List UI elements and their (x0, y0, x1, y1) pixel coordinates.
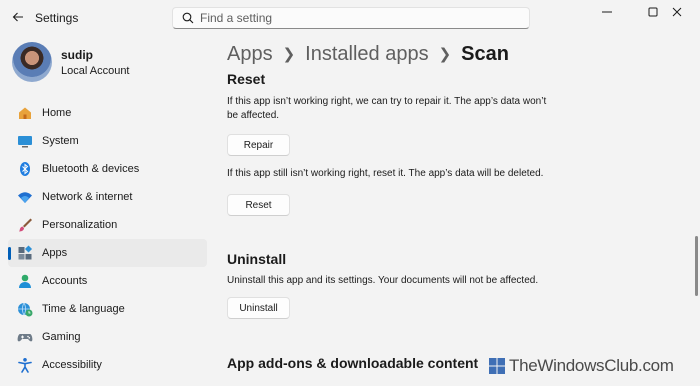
wifi-icon (17, 189, 33, 205)
gamepad-icon (17, 329, 33, 345)
accessibility-icon (17, 357, 33, 373)
user-profile[interactable]: sudip Local Account (12, 40, 130, 84)
reset-button[interactable]: Reset (227, 194, 290, 216)
sidebar-item-label: Apps (42, 247, 68, 259)
watermark: TheWindowsClub.com (488, 355, 674, 377)
uninstall-section-title: Uninstall (227, 251, 287, 267)
app-title: Settings (35, 11, 79, 25)
sidebar-item-personalization[interactable]: Personalization (8, 211, 207, 239)
close-icon (672, 7, 682, 17)
sidebar-item-label: Network & internet (42, 191, 133, 203)
uninstall-button[interactable]: Uninstall (227, 297, 290, 319)
minimize-button[interactable] (584, 0, 630, 24)
chevron-right-icon: ❯ (282, 46, 296, 63)
sidebar-item-label: Home (42, 107, 72, 119)
sidebar-item-home[interactable]: Home (8, 99, 207, 127)
user-name: sudip (61, 47, 93, 62)
sidebar-item-label: Time & language (42, 303, 125, 315)
sidebar-item-label: Bluetooth & devices (42, 163, 140, 175)
sidebar-nav: Home System Bluetooth & devices Network … (8, 99, 207, 379)
reset-description: If this app still isn’t working right, r… (227, 168, 544, 179)
sidebar-item-apps[interactable]: Apps (8, 239, 207, 267)
brush-icon (17, 217, 33, 233)
apps-icon (17, 245, 33, 261)
repair-button[interactable]: Repair (227, 134, 290, 156)
close-button[interactable] (654, 0, 700, 24)
account-type: Local Account (61, 64, 130, 77)
sidebar-item-bluetooth[interactable]: Bluetooth & devices (8, 155, 207, 183)
arrow-left-icon (12, 12, 23, 22)
title-bar: Settings (0, 0, 700, 34)
repair-description: If this app isn’t working right, we can … (227, 96, 547, 121)
sidebar-item-label: Accessibility (42, 359, 102, 371)
uninstall-description: Uninstall this app and its settings. You… (227, 275, 539, 286)
sidebar-item-label: Accounts (42, 275, 88, 287)
sidebar-item-label: System (42, 135, 79, 147)
home-icon (17, 105, 33, 121)
minimize-icon (602, 11, 612, 13)
breadcrumb-installed-apps[interactable]: Installed apps (305, 43, 428, 66)
sidebar-item-label: Personalization (42, 219, 118, 231)
chevron-right-icon: ❯ (438, 46, 452, 63)
bluetooth-icon (17, 161, 33, 177)
sidebar-item-time-language[interactable]: Time & language (8, 295, 207, 323)
page-title: Scan (461, 42, 509, 65)
accounts-icon (17, 273, 33, 289)
system-icon (17, 133, 33, 149)
windows-logo-icon (489, 358, 505, 374)
search-input[interactable] (200, 11, 500, 25)
sidebar-item-label: Gaming (42, 331, 81, 343)
scrollbar-thumb[interactable] (695, 236, 698, 296)
sidebar-item-gaming[interactable]: Gaming (8, 323, 207, 351)
sidebar-item-network[interactable]: Network & internet (8, 183, 207, 211)
search-box[interactable] (172, 7, 530, 29)
back-button[interactable] (8, 7, 28, 27)
reset-section-title: Reset (227, 71, 266, 87)
breadcrumb: Apps ❯ Installed apps ❯ Scan (227, 40, 509, 68)
addons-section-title: App add-ons & downloadable content (227, 355, 479, 371)
sidebar-item-system[interactable]: System (8, 127, 207, 155)
watermark-text: TheWindowsClub.com (509, 356, 674, 375)
sidebar-item-accounts[interactable]: Accounts (8, 267, 207, 295)
sidebar-item-accessibility[interactable]: Accessibility (8, 351, 207, 379)
search-icon (176, 12, 200, 24)
breadcrumb-apps[interactable]: Apps (227, 43, 273, 66)
globe-clock-icon (17, 301, 33, 317)
avatar (12, 42, 52, 82)
